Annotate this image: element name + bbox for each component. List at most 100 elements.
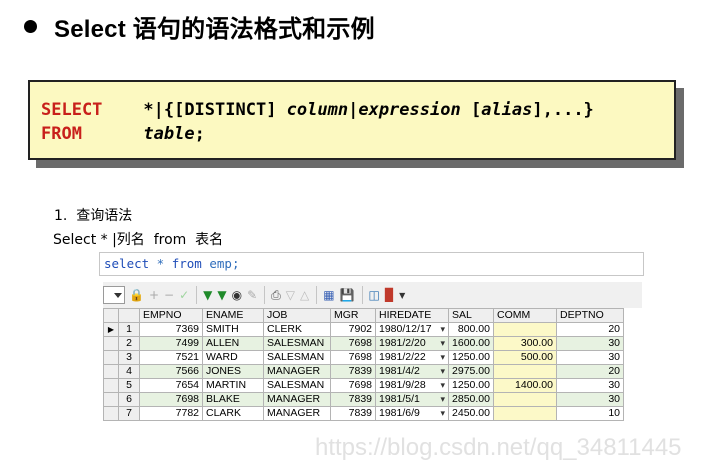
grid-cell-empno[interactable]: 7499 (139, 336, 203, 351)
grid-cell-ename[interactable]: SMITH (202, 322, 264, 337)
row-indicator[interactable] (103, 364, 119, 379)
table-row[interactable]: 27499ALLENSALESMAN76981981/2/201600.0030… (103, 336, 624, 351)
grid-cell-hiredate[interactable]: 1981/6/9 (375, 406, 449, 421)
grid-cell-job[interactable]: SALESMAN (263, 378, 331, 393)
db-icon[interactable]: ◫ (369, 285, 380, 305)
column-header[interactable]: JOB (263, 308, 331, 323)
pen-icon[interactable]: ✎ (247, 285, 257, 305)
grid-cell-empno[interactable]: 7654 (139, 378, 203, 393)
grid-cell-job[interactable]: SALESMAN (263, 350, 331, 365)
arrow-down-first-icon[interactable]: ▼ (203, 285, 212, 305)
column-header[interactable]: ENAME (202, 308, 264, 323)
sql-editor[interactable]: select * from emp; (99, 252, 644, 276)
sql-text[interactable]: select * from emp; (104, 256, 239, 271)
down-icon[interactable]: ▽ (286, 285, 295, 305)
row-indicator[interactable] (103, 406, 119, 421)
toolbar-dropdown[interactable] (103, 286, 125, 304)
grid-icon[interactable]: ▦ (323, 285, 334, 305)
grid-cell-mgr[interactable]: 7698 (330, 350, 376, 365)
grid-cell-sal[interactable]: 1600.00 (448, 336, 494, 351)
row-number[interactable]: 7 (118, 406, 140, 421)
grid-cell-sal[interactable]: 2850.00 (448, 392, 494, 407)
column-header[interactable]: EMPNO (139, 308, 203, 323)
row-indicator[interactable] (103, 350, 119, 365)
grid-cell-ename[interactable]: MARTIN (202, 378, 264, 393)
up-icon[interactable]: △ (300, 285, 309, 305)
grid-cell-job[interactable]: MANAGER (263, 406, 331, 421)
table-row[interactable]: 47566JONESMANAGER78391981/4/22975.00 20 (103, 364, 624, 379)
row-indicator[interactable] (103, 378, 119, 393)
column-header[interactable]: HIREDATE (375, 308, 449, 323)
grid-cell-sal[interactable]: 2450.00 (448, 406, 494, 421)
grid-cell-sal[interactable]: 1250.00 (448, 378, 494, 393)
grid-cell-ename[interactable]: ALLEN (202, 336, 264, 351)
grid-cell-deptno[interactable]: 30 (556, 392, 624, 407)
grid-cell-comm[interactable]: 300.00 (493, 336, 557, 351)
grid-cell-deptno[interactable]: 30 (556, 336, 624, 351)
grid-cell-ename[interactable]: JONES (202, 364, 264, 379)
minus-icon[interactable]: − (164, 285, 174, 305)
current-row-indicator[interactable]: ▶ (103, 322, 119, 337)
grid-cell-hiredate[interactable]: 1981/2/22 (375, 350, 449, 365)
grid-cell-comm[interactable] (493, 364, 557, 379)
grid-cell-mgr[interactable]: 7698 (330, 378, 376, 393)
grid-cell-mgr[interactable]: 7839 (330, 392, 376, 407)
row-number[interactable]: 3 (118, 350, 140, 365)
grid-cell-mgr[interactable]: 7698 (330, 336, 376, 351)
grid-cell-comm[interactable]: 1400.00 (493, 378, 557, 393)
grid-cell-job[interactable]: MANAGER (263, 392, 331, 407)
grid-cell-ename[interactable]: CLARK (202, 406, 264, 421)
grid-cell-sal[interactable]: 2975.00 (448, 364, 494, 379)
grid-cell-mgr[interactable]: 7839 (330, 406, 376, 421)
grid-cell-empno[interactable]: 7521 (139, 350, 203, 365)
grid-cell-deptno[interactable]: 30 (556, 378, 624, 393)
row-indicator[interactable] (103, 392, 119, 407)
grid-cell-mgr[interactable]: 7839 (330, 364, 376, 379)
grid-cell-empno[interactable]: 7782 (139, 406, 203, 421)
column-header[interactable]: SAL (448, 308, 494, 323)
table-row[interactable]: 77782CLARKMANAGER78391981/6/92450.00 10 (103, 406, 624, 421)
grid-cell-hiredate[interactable]: 1981/5/1 (375, 392, 449, 407)
chart-icon[interactable]: ▉ (385, 285, 394, 305)
row-indicator[interactable] (103, 336, 119, 351)
grid-cell-deptno[interactable]: 20 (556, 322, 624, 337)
grid-cell-deptno[interactable]: 20 (556, 364, 624, 379)
grid-cell-comm[interactable] (493, 406, 557, 421)
grid-cell-comm[interactable]: 500.00 (493, 350, 557, 365)
grid-cell-comm[interactable] (493, 392, 557, 407)
grid-cell-sal[interactable]: 1250.00 (448, 350, 494, 365)
column-header[interactable]: COMM (493, 308, 557, 323)
grid-cell-job[interactable]: SALESMAN (263, 336, 331, 351)
grid-cell-deptno[interactable]: 30 (556, 350, 624, 365)
table-row[interactable]: 67698BLAKEMANAGER78391981/5/12850.00 30 (103, 392, 624, 407)
grid-cell-job[interactable]: CLERK (263, 322, 331, 337)
column-header[interactable]: MGR (330, 308, 376, 323)
table-row[interactable]: 37521WARDSALESMAN76981981/2/221250.00500… (103, 350, 624, 365)
grid-cell-comm[interactable] (493, 322, 557, 337)
grid-cell-hiredate[interactable]: 1980/12/17 (375, 322, 449, 337)
save-icon[interactable]: 💾 (340, 285, 355, 305)
grid-cell-hiredate[interactable]: 1981/9/28 (375, 378, 449, 393)
grid-cell-empno[interactable]: 7369 (139, 322, 203, 337)
grid-cell-mgr[interactable]: 7902 (330, 322, 376, 337)
grid-cell-deptno[interactable]: 10 (556, 406, 624, 421)
check-icon[interactable]: ✓ (179, 285, 189, 305)
grid-cell-hiredate[interactable]: 1981/2/20 (375, 336, 449, 351)
print-icon[interactable]: ⎙ (271, 285, 281, 305)
plus-icon[interactable]: + (149, 285, 159, 305)
grid-cell-empno[interactable]: 7566 (139, 364, 203, 379)
grid-cell-ename[interactable]: WARD (202, 350, 264, 365)
arrow-down-last-icon[interactable]: ▼ (217, 285, 226, 305)
column-header[interactable]: DEPTNO (556, 308, 624, 323)
binoculars-icon[interactable]: ◉ (232, 285, 242, 305)
row-number[interactable]: 1 (118, 322, 140, 337)
chevron-down-icon[interactable]: ▼ (399, 285, 405, 305)
grid-cell-empno[interactable]: 7698 (139, 392, 203, 407)
grid-cell-job[interactable]: MANAGER (263, 364, 331, 379)
row-number[interactable]: 2 (118, 336, 140, 351)
grid-cell-ename[interactable]: BLAKE (202, 392, 264, 407)
table-row[interactable]: 57654MARTINSALESMAN76981981/9/281250.001… (103, 378, 624, 393)
lock-icon[interactable]: 🔒 (129, 285, 144, 305)
grid-cell-hiredate[interactable]: 1981/4/2 (375, 364, 449, 379)
grid-cell-sal[interactable]: 800.00 (448, 322, 494, 337)
